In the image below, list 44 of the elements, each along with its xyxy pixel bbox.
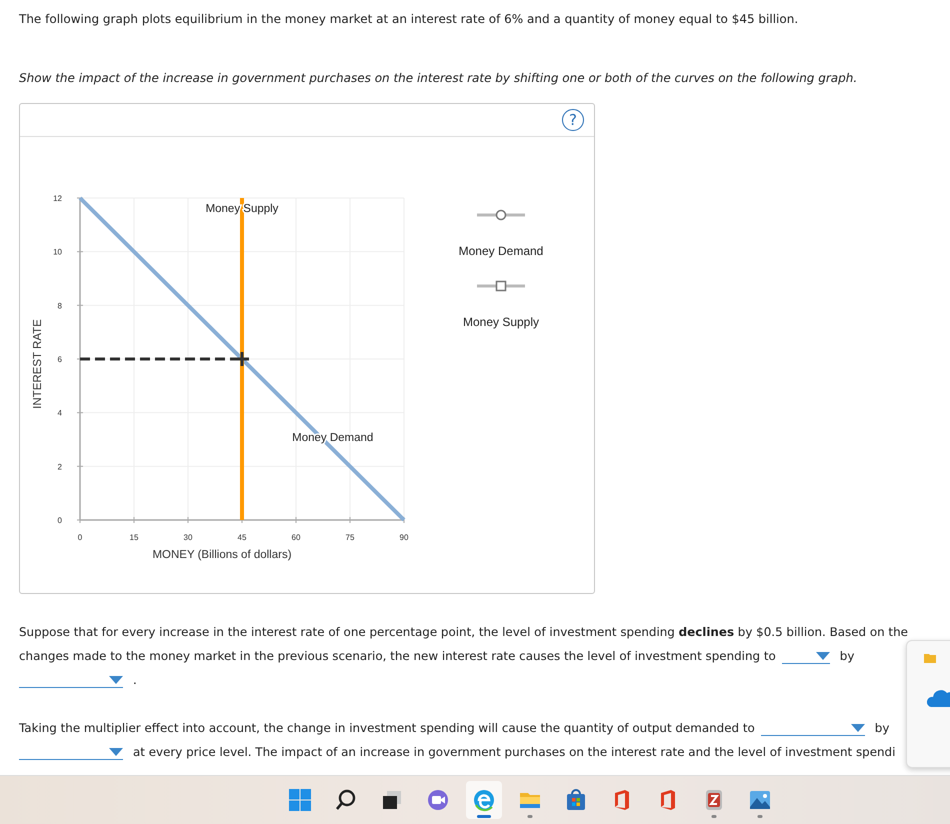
cloud-icon	[927, 687, 950, 707]
legend-label: Money Demand	[458, 244, 544, 258]
tick-label: 60	[292, 533, 300, 542]
tick-label: 6	[58, 355, 62, 364]
question-text: by	[874, 721, 890, 735]
tick-label: 12	[53, 194, 62, 203]
tick-label: 75	[346, 533, 354, 542]
caret-icon	[816, 652, 830, 660]
tick-label: 45	[238, 533, 246, 542]
question-text: by	[840, 649, 854, 663]
search-icon	[334, 788, 358, 812]
windows-icon	[288, 788, 312, 812]
caret-icon	[109, 676, 123, 684]
question-text: changes made to the money market in the previous scenario, the new interest rate causes the level of investment spending to	[19, 649, 776, 663]
tick-label: 2	[58, 462, 62, 472]
tick-label: 30	[184, 533, 192, 542]
caret-icon	[850, 724, 865, 732]
folder-icon	[924, 653, 936, 663]
tick-label: 90	[400, 533, 408, 542]
tick-label: 0	[78, 533, 82, 542]
question-text: at every price level. The impact of an increase in government purchases on the interest rate and the level of investment spendi	[133, 745, 896, 759]
equilibrium-point-icon[interactable]	[234, 350, 250, 368]
axis-title: MONEY (Billions of dollars)	[152, 549, 292, 561]
browser-icon	[472, 788, 496, 812]
video-chat-icon	[426, 788, 450, 812]
circle-marker-icon[interactable]	[477, 209, 525, 221]
question-text: Suppose that for every increase in the interest rate of one percentage point, the level of investment spending declines by $0.5 billion. Based on the	[19, 625, 908, 639]
supply-curve[interactable]	[240, 198, 244, 520]
tick-label: 10	[53, 248, 62, 257]
legend-label: Money Supply	[462, 315, 540, 329]
question-text: .	[133, 673, 137, 687]
question-text: Taking the multiplier effect into account, the change in investment spending will cause the quantity of output demanded to	[19, 721, 755, 735]
square-marker-icon[interactable]	[476, 280, 525, 292]
tick-label: 0	[58, 516, 62, 525]
curve-label: Money Demand	[292, 432, 374, 444]
intro-text: The following graph plots equilibrium in the money market at an interest rate of 6% and a quantity of money equal to $45 billion.	[19, 12, 800, 26]
instruction-text: Show the impact of the increase in government purchases on the interest rate by shifting one or both of the curves on the following graph.	[19, 71, 858, 85]
tick-label: 15	[130, 533, 138, 542]
tick-label: 8	[58, 301, 62, 310]
help-button[interactable]: ?	[562, 109, 584, 131]
tick-label: 4	[58, 408, 62, 418]
shopping-bag-icon	[564, 788, 588, 812]
axis-title: INTEREST RATE	[32, 319, 44, 409]
caret-icon	[109, 748, 123, 756]
